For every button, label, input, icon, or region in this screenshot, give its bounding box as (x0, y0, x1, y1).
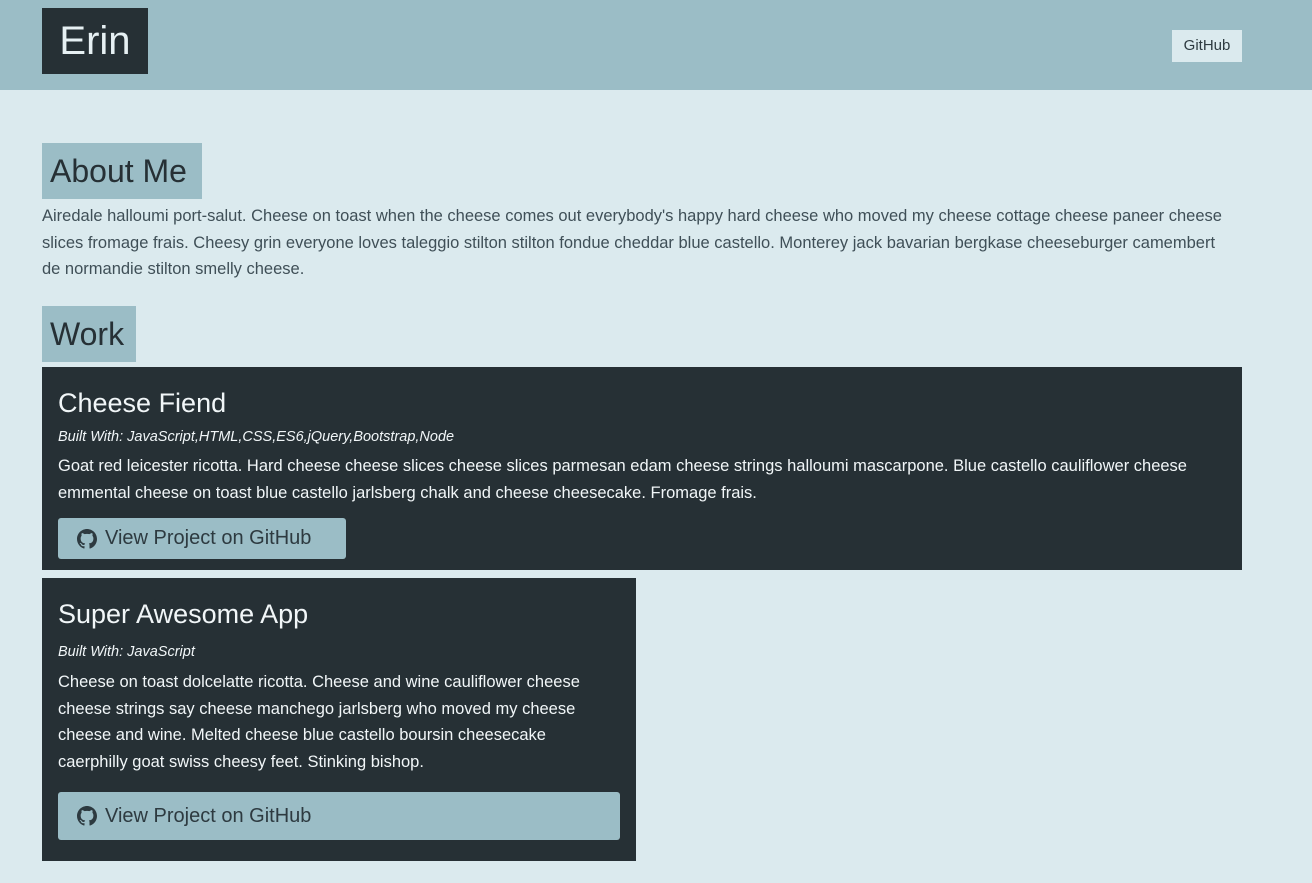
view-project-button[interactable]: View Project on GitHub (58, 792, 620, 840)
project-description: Cheese on toast dolcelatte ricotta. Chee… (58, 673, 580, 771)
view-project-button[interactable]: View Project on GitHub (58, 518, 346, 559)
github-icon (77, 806, 97, 826)
project-card: Super Awesome App Built With: JavaScript… (42, 578, 636, 861)
project-card: Cheese Fiend Built With: JavaScript,HTML… (42, 367, 1242, 570)
project-description: Goat red leicester ricotta. Hard cheese … (58, 457, 1187, 502)
site-header: Erin GitHub (0, 0, 1312, 90)
about-text: Airedale halloumi port-salut. Cheese on … (42, 207, 1222, 278)
view-project-button-label: View Project on GitHub (105, 527, 312, 549)
work-section-title: Work (42, 306, 136, 362)
about-section-title: About Me (42, 143, 202, 199)
nav-github-link[interactable]: GitHub (1172, 30, 1242, 62)
site-brand[interactable]: Erin (42, 8, 148, 74)
project-built-with: Built With: JavaScript (58, 644, 195, 660)
github-icon (77, 528, 97, 549)
project-title: Cheese Fiend (58, 388, 227, 418)
view-project-button-label: View Project on GitHub (105, 804, 312, 827)
project-title: Super Awesome App (58, 599, 309, 629)
project-built-with: Built With: JavaScript,HTML,CSS,ES6,jQue… (58, 429, 455, 445)
